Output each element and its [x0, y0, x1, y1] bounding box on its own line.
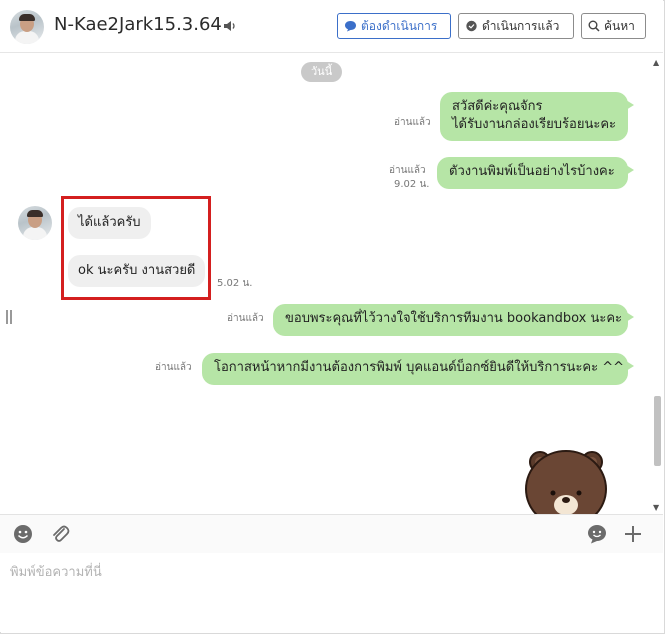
search-button-label: ค้นหา — [604, 18, 635, 33]
search-icon — [588, 20, 600, 32]
scrollbar-thumb[interactable] — [654, 396, 661, 466]
plus-icon[interactable] — [622, 523, 644, 545]
sticker-icon[interactable] — [586, 523, 608, 545]
attachment-icon[interactable] — [49, 523, 71, 545]
scroll-up-icon[interactable]: ▲ — [653, 58, 659, 67]
message-line: ตัวงานพิมพ์เป็นอย่างไรบ้างคะ — [449, 164, 615, 179]
message-scrollbar[interactable]: ▲ ▼ — [651, 58, 663, 512]
resize-handle[interactable] — [6, 310, 12, 324]
highlight-box — [61, 196, 211, 300]
outgoing-message[interactable]: ตัวงานพิมพ์เป็นอย่างไรบ้างคะ — [437, 157, 634, 189]
contact-avatar[interactable] — [10, 10, 44, 44]
chat-header: N-Kae2Jark15.3.64 ต้องดำเนินการ ดำเนินกา… — [0, 0, 663, 53]
todo-button[interactable]: ต้องดำเนินการ — [337, 13, 451, 39]
done-button[interactable]: ดำเนินการแล้ว — [458, 13, 574, 39]
compose-toolbar — [0, 514, 663, 554]
message-input[interactable] — [8, 559, 652, 623]
emoji-icon[interactable] — [12, 523, 34, 545]
bear-sticker[interactable] — [523, 443, 609, 515]
message-line: ได้รับงานกล่องเรียบร้อยนะคะ — [452, 117, 616, 132]
compose-area — [0, 553, 663, 632]
outgoing-message[interactable]: ขอบพระคุณที่ไว้วางใจใช้บริการทีมงาน book… — [273, 304, 634, 336]
message-line: โอกาสหน้าหากมีงานต้องการพิมพ์ บุคแอนด์บ็… — [214, 360, 625, 375]
scroll-down-icon[interactable]: ▼ — [653, 503, 659, 512]
outgoing-message[interactable]: โอกาสหน้าหากมีงานต้องการพิมพ์ บุคแอนด์บ็… — [202, 353, 634, 385]
date-separator: วันนี้ — [301, 62, 343, 82]
speaker-icon[interactable] — [223, 19, 237, 33]
done-button-label: ดำเนินการแล้ว — [482, 18, 560, 33]
contact-avatar[interactable] — [18, 206, 52, 240]
message-time: 9.02 น. — [394, 179, 430, 190]
todo-button-label: ต้องดำเนินการ — [361, 18, 438, 33]
read-receipt: อ่านแล้ว — [227, 313, 264, 324]
message-line: ขอบพระคุณที่ไว้วางใจใช้บริการทีมงาน book… — [285, 311, 623, 326]
read-receipt: อ่านแล้ว — [155, 362, 192, 373]
read-receipt: อ่านแล้ว — [389, 165, 426, 176]
message-time: 5.02 น. — [217, 278, 253, 289]
chat-bubble-icon — [345, 21, 356, 32]
read-receipt: อ่านแล้ว — [394, 117, 431, 128]
chat-bubble-icon — [466, 20, 477, 32]
search-button[interactable]: ค้นหา — [581, 13, 646, 39]
contact-name[interactable]: N-Kae2Jark15.3.64 — [54, 14, 222, 35]
message-line: สวัสดีค่ะคุณจักร — [452, 99, 543, 114]
outgoing-message[interactable]: สวัสดีค่ะคุณจักร ได้รับงานกล่องเรียบร้อย… — [440, 92, 634, 141]
